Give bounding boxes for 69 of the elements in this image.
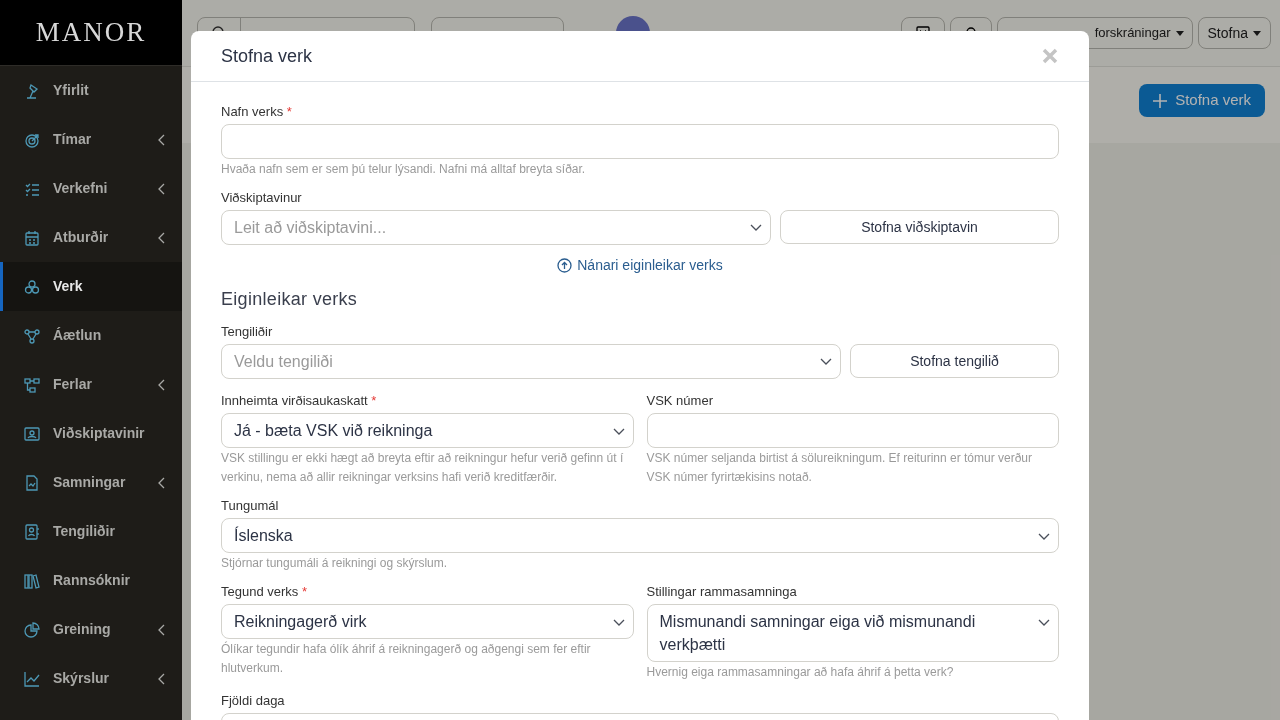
document-icon [24, 474, 40, 491]
select-field[interactable]: Íslenska [221, 518, 1059, 553]
calendar-icon [24, 229, 40, 246]
books-icon [24, 572, 40, 589]
field-label: Nafn verks * [221, 104, 293, 120]
caret-icon [1175, 30, 1184, 36]
close-button[interactable] [1040, 46, 1060, 66]
details-toggle-link[interactable]: Nánari eiginleikar verks [557, 255, 723, 275]
arrow-up-circle-icon [557, 257, 573, 273]
field-label: Tegund verks * [221, 584, 308, 600]
sidebar-item[interactable]: Tímar [0, 115, 182, 164]
create-project-button[interactable]: Stofna verk [1139, 84, 1265, 117]
select-field[interactable]: Mismunandi samningar eiga við mismunandi verkþætti [646, 604, 1059, 662]
lamp-icon [24, 82, 40, 99]
text-input[interactable] [221, 124, 1059, 159]
chevron-down-icon [1038, 619, 1050, 626]
sidebar-item[interactable]: Ferlar [0, 360, 182, 409]
section-heading: Eiginleikar verks [221, 288, 359, 311]
sidebar-item[interactable]: Yfirlit [0, 66, 182, 115]
sidebar-item[interactable]: Samningar [0, 458, 182, 507]
sidebar-item[interactable]: Viðskiptavinir [0, 409, 182, 458]
chevron-down-icon [612, 619, 625, 626]
modal-title: Stofna verk [221, 44, 313, 68]
sidebar-item[interactable]: Greining [0, 605, 182, 654]
people-icon [24, 425, 40, 442]
create-button[interactable]: Stofna viðskiptavin [780, 210, 1059, 244]
select-field[interactable]: Reikningagerð virk [221, 604, 634, 639]
create-button[interactable]: Stofna tengilið [850, 344, 1059, 378]
help-text: Hvaða nafn sem er sem þú telur lýsandi. Nafni má alltaf breyta síðar. [221, 161, 587, 178]
logo: MANOR [35, 16, 147, 50]
plus-icon [1153, 93, 1168, 108]
field-label: Innheimta virðisaukaskatt * [221, 393, 378, 409]
field-label: Tungumál [221, 498, 280, 514]
close-icon [1042, 48, 1058, 64]
create-dropdown[interactable]: Stofna [1197, 17, 1271, 49]
help-text: Ólíkar tegundir hafa ólík áhrif á reikningagerð og aðgengi sem fer eftir hlutverkum. [221, 640, 592, 677]
cubes-icon [24, 278, 40, 295]
sidebar-item[interactable]: Rannsóknir [0, 556, 182, 605]
sidebar-item[interactable]: Verk [0, 262, 182, 311]
field-label: Tengiliðir [221, 324, 274, 340]
help-text: Hvernig eiga rammasamningar að hafa áhrif á þetta verk? [646, 664, 955, 681]
required-mark: * [286, 104, 292, 119]
sidebar-item[interactable]: Atburðir [0, 213, 182, 262]
text-input[interactable] [646, 413, 1059, 448]
help-text: Stjórnar tungumáli á reikningi og skýrslum. [221, 555, 449, 572]
chevron-down-icon [1038, 533, 1050, 540]
target-icon [24, 131, 40, 148]
chevron-down-icon [612, 428, 625, 435]
field-label: VSK númer [646, 393, 714, 409]
pie-chart-icon [24, 621, 40, 638]
field-label: Fjöldi daga [221, 693, 286, 709]
contact-card-icon [24, 523, 40, 540]
chevron-down-icon [750, 224, 762, 231]
field-label: Stillingar rammasamninga [646, 584, 798, 600]
line-chart-icon [24, 670, 40, 687]
required-mark: * [371, 393, 377, 408]
sidebar-item[interactable]: Verkefni [0, 164, 182, 213]
select-field[interactable]: Já - bæta VSK við reikninga [221, 413, 634, 448]
sidebar-item[interactable]: Tengiliðir [0, 507, 182, 556]
help-text: VSK númer seljanda birtist á sölureikningum. Ef reiturinn er tómur verður VSK númer fyrirtækisins notað. [646, 450, 1033, 486]
help-text: VSK stillingu er ekki hægt að breyta eftir að reikningur hefur verið gefinn út í verkinu, nema að allir reikningar verksins hafi verið kreditfærðir. [221, 450, 625, 486]
flow-icon [24, 376, 40, 393]
nodes-icon [24, 327, 40, 344]
sidebar-item[interactable]: Skýrslur [0, 654, 182, 703]
caret-icon [1253, 30, 1261, 36]
chevron-down-icon [820, 358, 832, 365]
field-label: Viðskiptavinur [221, 190, 303, 206]
required-mark: * [301, 584, 307, 599]
sidebar-item[interactable]: Áætlun [0, 311, 182, 360]
